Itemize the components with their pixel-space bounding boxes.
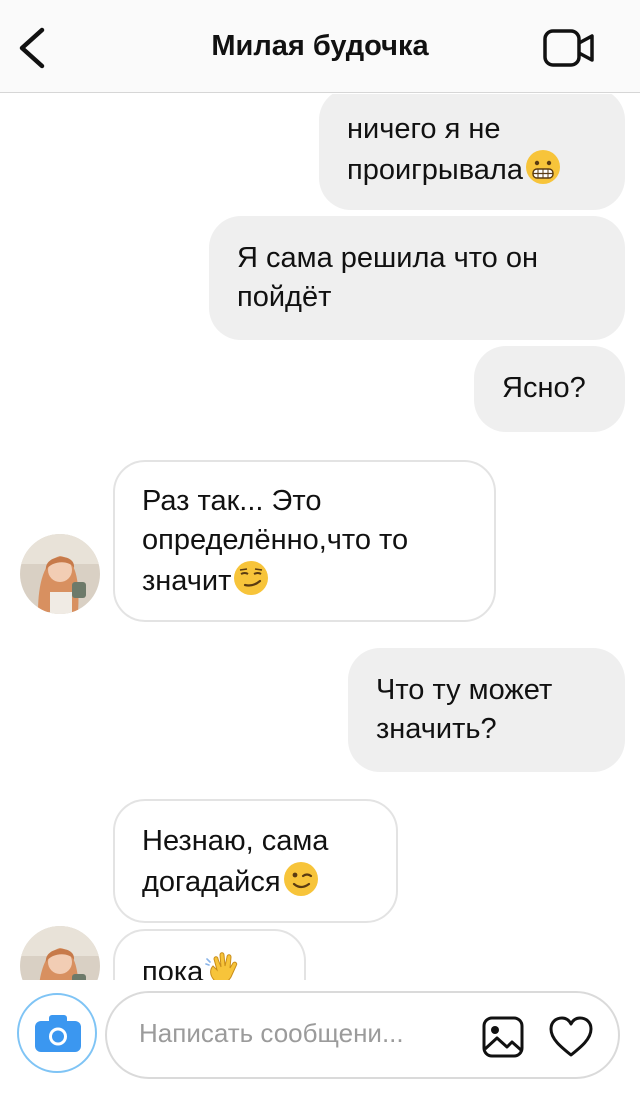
chat-header: Милая будочка	[0, 0, 640, 93]
grimacing-face-icon	[525, 150, 560, 184]
gallery-icon	[482, 1016, 524, 1058]
message-bubble-incoming[interactable]: пока	[113, 929, 306, 980]
message-input-placeholder: Написать сообщени...	[139, 1018, 404, 1048]
message-text: Раз так... Это определённо,что то значит	[142, 485, 409, 597]
smirking-face-icon	[234, 561, 269, 595]
heart-icon	[549, 1016, 593, 1057]
waving-hand-icon	[205, 952, 238, 980]
message-thread[interactable]: ничего я не проигрывала Я сама решила чт…	[0, 94, 640, 980]
contact-photo	[20, 534, 100, 614]
message-text: Что ту может значить?	[376, 674, 553, 745]
message-text: пока	[142, 956, 204, 980]
message-text: Я сама решила что он пойдёт	[237, 242, 538, 313]
message-bubble-outgoing[interactable]: Я сама решила что он пойдёт	[209, 216, 625, 340]
message-bubble-outgoing[interactable]: ничего я не проигрывала	[319, 94, 625, 210]
winking-face-icon	[283, 862, 318, 896]
gallery-button[interactable]	[481, 1015, 525, 1059]
contact-avatar[interactable]	[20, 534, 100, 614]
message-composer: Написать сообщени...	[0, 980, 640, 1100]
camera-icon	[35, 1015, 81, 1052]
message-bubble-incoming[interactable]: Незнаю, сама догадайся	[113, 799, 398, 923]
message-bubble-outgoing[interactable]: Ясно?	[474, 346, 625, 432]
message-bubble-incoming[interactable]: Раз так... Это определённо,что то значит	[113, 460, 496, 622]
message-input[interactable]: Написать сообщени...	[105, 991, 620, 1079]
message-text: Ясно?	[502, 372, 586, 404]
message-text: ничего я не проигрывала	[347, 113, 523, 186]
like-button[interactable]	[547, 1015, 595, 1059]
contact-avatar[interactable]	[20, 926, 100, 980]
video-call-icon	[543, 29, 594, 67]
video-call-button[interactable]	[542, 26, 596, 70]
message-bubble-outgoing[interactable]: Что ту может значить?	[348, 648, 625, 772]
camera-button[interactable]	[17, 993, 97, 1073]
contact-photo	[20, 926, 100, 980]
